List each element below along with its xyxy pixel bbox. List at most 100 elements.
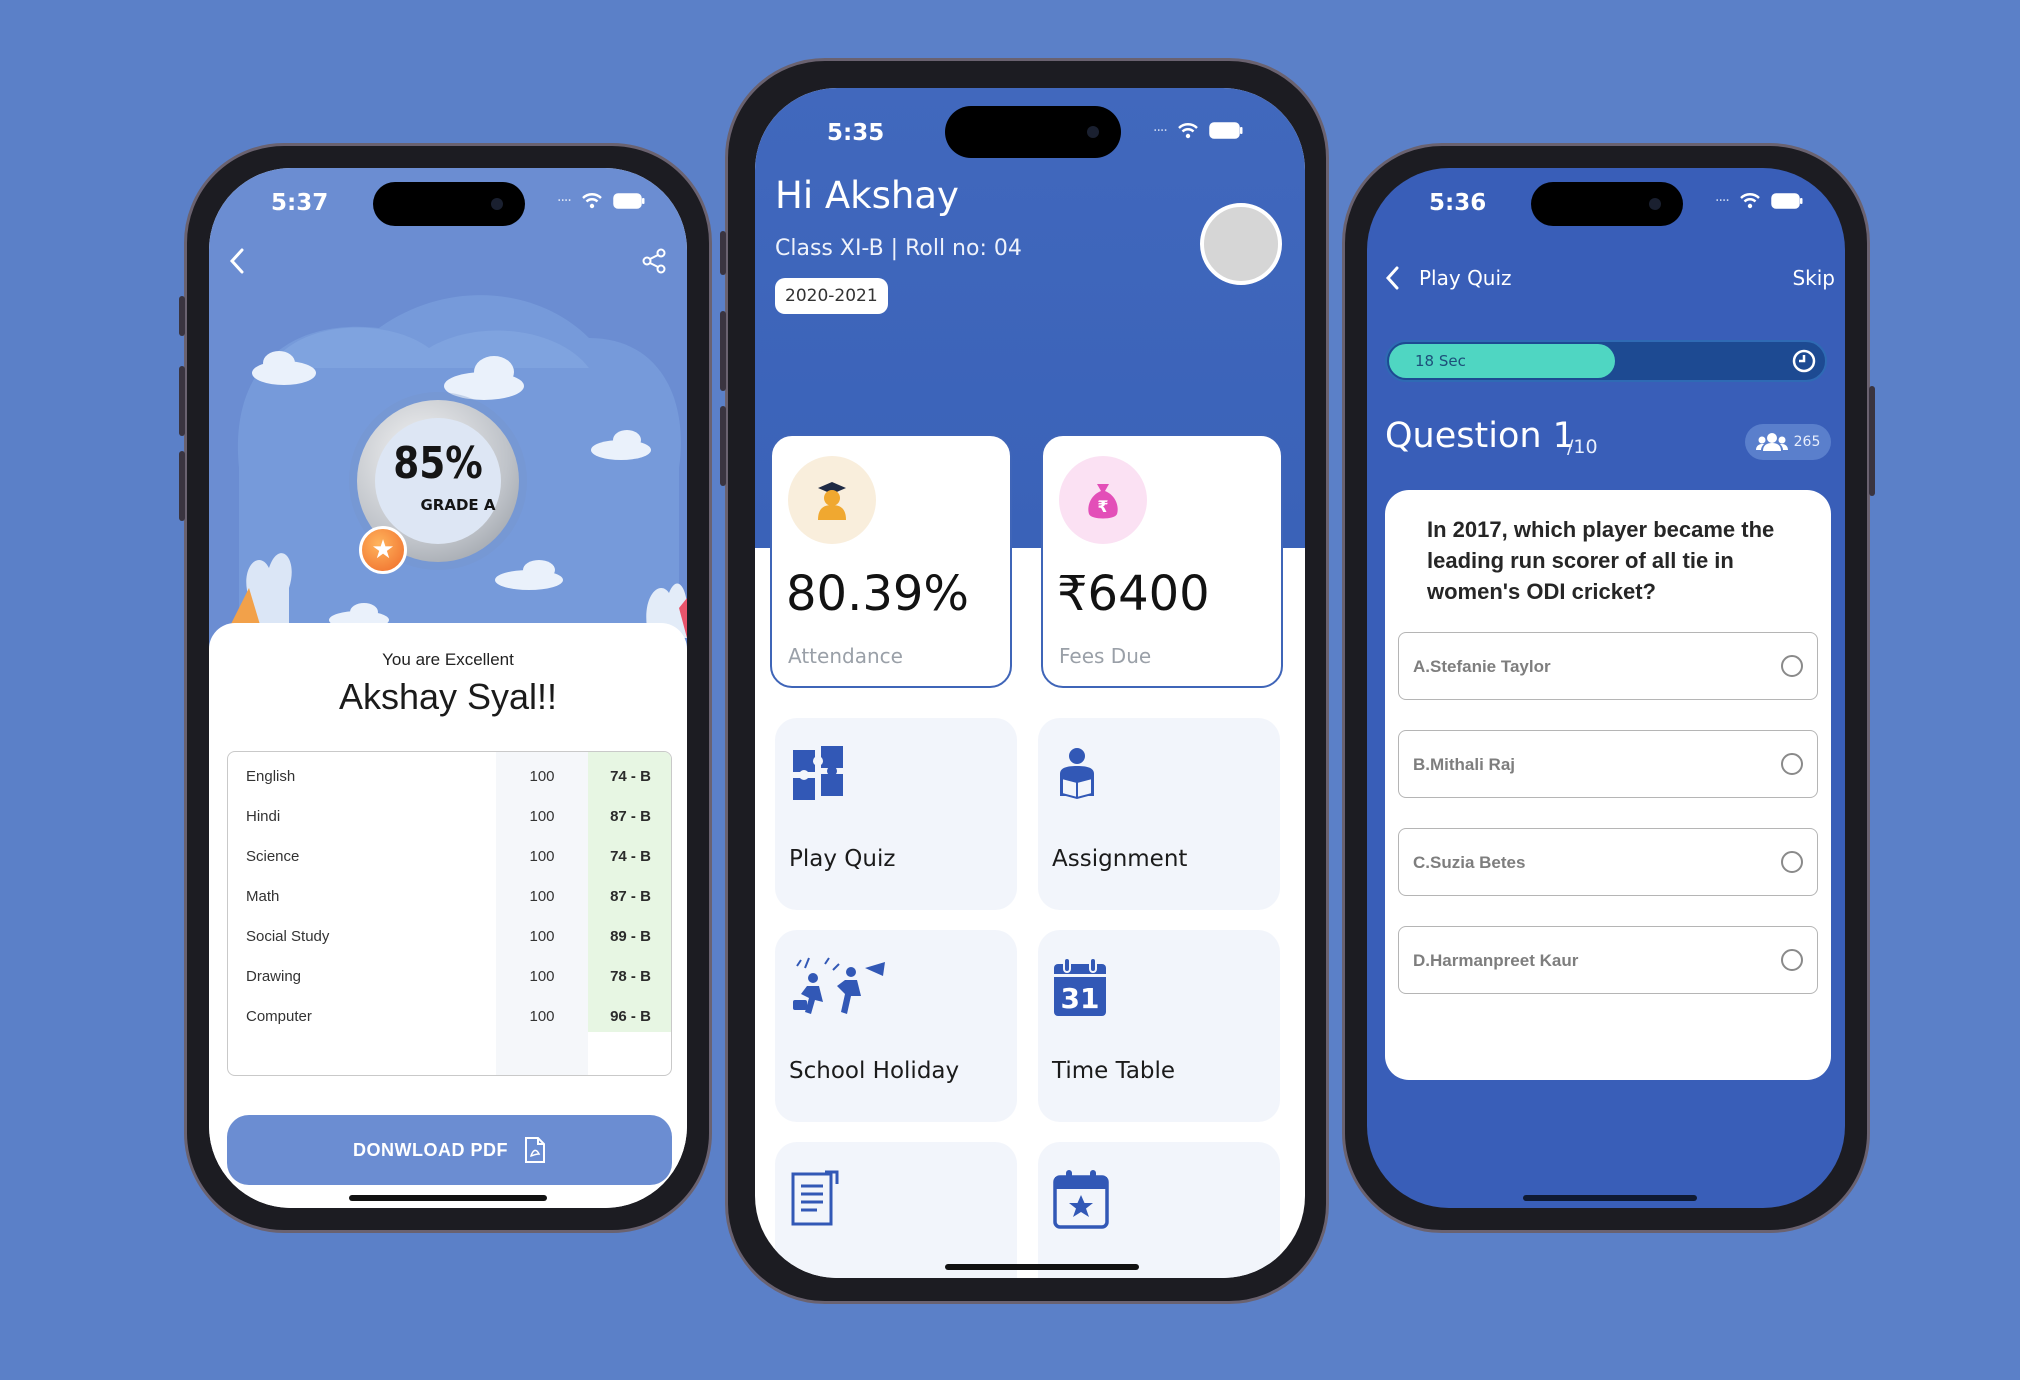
option-b[interactable]: B.Mithali Raj: [1398, 730, 1818, 798]
fees-due-label: Fees Due: [1059, 644, 1152, 668]
max-cell: 100: [529, 968, 555, 985]
mute-switch: [720, 231, 726, 275]
volume-down-button: [720, 406, 726, 486]
option-label: C.Suzia Betes: [1413, 853, 1526, 872]
dynamic-island: [1531, 182, 1683, 226]
radio-icon[interactable]: [1781, 851, 1803, 873]
max-cell: 100: [529, 768, 555, 785]
school-holiday-label: School Holiday: [789, 1058, 960, 1084]
time-table-tile[interactable]: 31 Time Table: [1038, 930, 1280, 1122]
back-icon[interactable]: [1383, 264, 1403, 296]
result-tile[interactable]: [775, 1142, 1017, 1278]
radio-icon[interactable]: [1781, 949, 1803, 971]
status-icons: ····: [1715, 192, 1803, 209]
dashboard-screen: 5:35 ···· Hi Akshay Class XI-B | Roll no…: [755, 88, 1305, 1278]
assignment-label: Assignment: [1052, 846, 1188, 872]
option-label: B.Mithali Raj: [1413, 755, 1516, 774]
wifi-icon: [1177, 123, 1198, 139]
play-quiz-tile[interactable]: Play Quiz: [775, 718, 1017, 910]
grade-cell: 96 - B: [610, 1008, 651, 1025]
max-cell: 100: [529, 928, 555, 945]
question-number: Question 1: [1385, 416, 1575, 456]
avatar[interactable]: [1200, 203, 1282, 285]
pdf-file-icon: [524, 1137, 545, 1163]
status-time: 5:37: [271, 190, 329, 216]
greeting: Hi Akshay: [775, 174, 959, 217]
date-sheet-tile[interactable]: [1038, 1142, 1280, 1278]
skip-button[interactable]: Skip: [1792, 266, 1835, 290]
quiz-screen: 5:36 ···· Play Quiz Skip 18 Sec Question…: [1367, 168, 1845, 1208]
clock-icon: [1792, 349, 1816, 373]
participants-badge: 265: [1745, 424, 1831, 460]
option-label: A.Stefanie Taylor: [1413, 657, 1551, 676]
quiz-phone: 5:36 ···· Play Quiz Skip 18 Sec Question…: [1342, 143, 1875, 1233]
home-indicator[interactable]: [945, 1264, 1139, 1270]
grade-cell: 74 - B: [610, 768, 651, 785]
puzzle-icon: [793, 746, 843, 800]
attendance-card[interactable]: 80.39% Attendance: [770, 434, 1012, 688]
status-time: 5:35: [827, 120, 885, 146]
option-a[interactable]: A.Stefanie Taylor: [1398, 632, 1818, 700]
home-indicator[interactable]: [349, 1195, 547, 1201]
status-icons: ····: [1153, 122, 1243, 139]
subject-cell: Math: [246, 888, 280, 905]
result-phone: 85% GRADE A ★ 5:37 ···· You are Excellen…: [179, 143, 712, 1233]
volume-up-button: [720, 311, 726, 391]
option-d[interactable]: D.Harmanpreet Kaur: [1398, 926, 1818, 994]
question-card: In 2017, which player became the leading…: [1385, 490, 1831, 1080]
mute-switch: [179, 296, 185, 336]
svg-text:31: 31: [1061, 982, 1100, 1015]
max-cell: 100: [529, 888, 555, 905]
question-total: /10: [1567, 436, 1598, 458]
status-time: 5:36: [1429, 190, 1487, 216]
grade-cell: 87 - B: [610, 808, 651, 825]
table-row: Science 100 74 - B: [228, 836, 671, 876]
radio-icon[interactable]: [1781, 753, 1803, 775]
power-button: [1869, 386, 1875, 496]
timer-bar: 18 Sec: [1385, 340, 1827, 382]
table-row: Drawing 100 78 - B: [228, 956, 671, 996]
attendance-label: Attendance: [788, 644, 903, 668]
school-holiday-tile[interactable]: School Holiday: [775, 930, 1017, 1122]
class-info: Class XI-B | Roll no: 04: [775, 236, 1022, 261]
svg-text:₹: ₹: [1097, 497, 1108, 516]
home-indicator[interactable]: [1523, 1195, 1697, 1201]
star-medal-icon: ★: [359, 526, 407, 574]
assignment-tile[interactable]: Assignment: [1038, 718, 1280, 910]
grade-label: GRADE A: [420, 496, 496, 514]
signal-icon: ····: [1153, 122, 1168, 139]
option-label: D.Harmanpreet Kaur: [1413, 951, 1579, 970]
back-icon[interactable]: [227, 246, 247, 280]
fees-due-card[interactable]: ₹ ₹6400 Fees Due: [1041, 434, 1283, 688]
share-icon[interactable]: [641, 248, 667, 278]
subject-cell: English: [246, 768, 296, 785]
graduate-icon: [788, 456, 876, 544]
radio-icon[interactable]: [1781, 655, 1803, 677]
max-cell: 100: [529, 848, 555, 865]
subject-cell: Hindi: [246, 808, 281, 825]
quiz-title: Play Quiz: [1419, 266, 1512, 290]
volume-down-button: [179, 451, 185, 521]
dynamic-island: [373, 182, 525, 226]
play-quiz-label: Play Quiz: [789, 846, 896, 872]
table-row: Math 100 87 - B: [228, 876, 671, 916]
grade-cell: 78 - B: [610, 968, 651, 985]
student-name: Akshay Syal!!: [338, 676, 558, 717]
result-screen: 85% GRADE A ★ 5:37 ···· You are Excellen…: [209, 168, 687, 1208]
time-table-label: Time Table: [1052, 1058, 1176, 1084]
option-c[interactable]: C.Suzia Betes: [1398, 828, 1818, 896]
battery-icon: [1209, 122, 1243, 139]
grade-cell: 87 - B: [610, 888, 651, 905]
table-row: English 100 74 - B: [228, 756, 671, 796]
question-text: In 2017, which player became the leading…: [1427, 517, 1775, 604]
score-percent: 85%: [393, 438, 483, 489]
subject-cell: Science: [246, 848, 300, 865]
subject-cell: Social Study: [246, 928, 330, 945]
wifi-icon: [581, 193, 602, 209]
subject-cell: Drawing: [246, 968, 302, 985]
money-bag-icon: ₹: [1059, 456, 1147, 544]
marks-table: English 100 74 - B Hindi 100 87 - B Science 1…: [227, 751, 672, 1076]
academic-year-selector[interactable]: 2020-2021: [775, 278, 888, 314]
grade-cell: 89 - B: [610, 928, 651, 945]
download-pdf-button[interactable]: DONWLOAD PDF: [227, 1115, 672, 1185]
